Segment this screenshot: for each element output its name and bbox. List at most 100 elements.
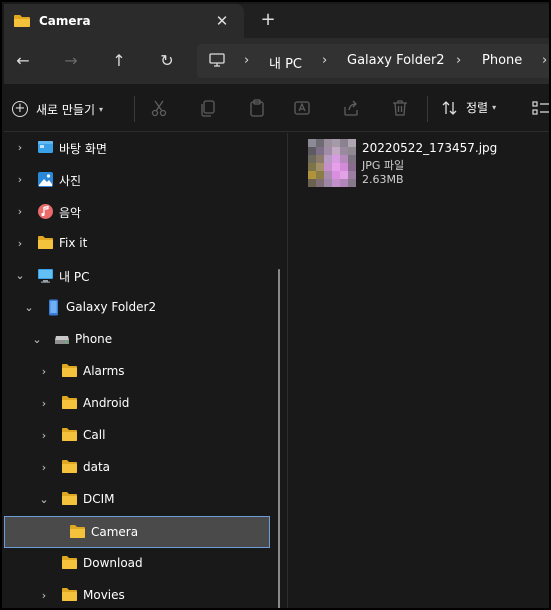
sidebar-item-my-pc[interactable]: ⌄ 내 PC [4,261,274,291]
chevron-down-icon[interactable]: ⌄ [22,301,36,315]
sidebar-item-fix-it[interactable]: › Fix it [4,229,274,259]
sort-label: 정렬 [466,101,489,115]
sidebar-item-alarms[interactable]: › Alarms [4,357,274,387]
navigation-pane: › 바탕 화면 › 사진 › 음악 › Fix it ⌄ 내 PC ⌄ Gala… [4,133,286,608]
sidebar-item-label: 바탕 화면 [59,142,107,156]
sidebar-item-camera[interactable]: Camera [4,516,270,548]
chevron-right-icon[interactable]: › [37,365,51,379]
toolbar-divider [134,96,135,122]
folder-icon [38,236,53,249]
chevron-right-icon[interactable]: › [13,173,27,187]
share-icon[interactable] [341,98,361,118]
delete-icon[interactable] [390,98,410,118]
view-icon[interactable] [531,98,551,118]
folder-icon [70,525,85,538]
breadcrumb-separator: › [542,53,548,68]
file-type: JPG 파일 [362,159,405,172]
paste-icon[interactable] [247,98,267,118]
sidebar-item-download[interactable]: Download [4,549,274,579]
refresh-button[interactable]: ↻ [154,48,180,74]
chevron-right-icon[interactable]: › [13,205,27,219]
copy-icon[interactable] [198,98,218,118]
file-item[interactable]: 20220522_173457.jpg JPG 파일 2.63MB [308,139,528,189]
desktop-icon [38,141,53,153]
folder-icon [14,15,30,27]
chevron-down-icon: ▾ [99,104,104,114]
chevron-down-icon[interactable]: ⌄ [13,269,27,283]
chevron-down-icon[interactable]: ⌄ [30,333,44,347]
breadcrumb-separator: › [322,53,328,68]
sidebar-item-phone[interactable]: ⌄ Phone [4,325,274,355]
folder-icon [62,428,77,441]
sidebar-item-data[interactable]: › data [4,453,274,483]
new-tab-button[interactable]: + [258,10,278,30]
file-explorer-window: Camera ✕ + ← → ↑ ↻ › 내 PC › Galaxy Folde… [0,0,551,610]
chevron-right-icon[interactable]: › [37,429,51,443]
tab-title: Camera [39,14,91,28]
breadcrumb-my-pc[interactable]: 내 PC [269,53,302,72]
chevron-down-icon[interactable]: ⌄ [37,493,51,507]
chevron-right-icon[interactable]: › [13,237,27,251]
chevron-right-icon[interactable]: › [37,397,51,411]
folder-icon [62,396,77,409]
plus-icon: + [12,101,28,117]
sidebar-item-label: Camera [91,525,139,539]
sidebar-item-call[interactable]: › Call [4,421,274,451]
pictures-icon [38,172,53,187]
image-thumbnail [308,139,356,187]
sidebar-item-movies[interactable]: › Movies [4,581,274,608]
sort-button[interactable]: 정렬 ▾ [442,99,496,116]
new-label: 새로 만들기 [36,102,96,117]
new-button[interactable]: + 새로 만들기 ▾ [12,98,103,120]
close-tab-icon[interactable]: ✕ [213,12,231,30]
sidebar-item-label: 사진 [59,174,82,188]
tab-camera[interactable]: Camera ✕ [4,4,244,38]
sidebar-item-label: Phone [75,332,113,346]
sidebar-item-label: Android [83,396,130,410]
folder-icon [62,364,77,377]
file-list: 20220522_173457.jpg JPG 파일 2.63MB [288,133,549,608]
sidebar-item-android[interactable]: › Android [4,389,274,419]
file-name: 20220522_173457.jpg [362,141,498,155]
navigation-bar: ← → ↑ ↻ › 내 PC › Galaxy Folder2 › Phone … [4,38,549,84]
cut-icon[interactable] [149,98,169,118]
sidebar-item-label: DCIM [83,492,115,506]
sidebar-item-label: Alarms [83,364,125,378]
forward-button[interactable]: → [58,48,84,74]
chevron-right-icon[interactable]: › [37,589,51,603]
breadcrumb-separator: › [244,53,250,68]
folder-icon [62,556,77,569]
chevron-down-icon: ▾ [492,103,497,112]
sidebar-item-galaxy-folder2[interactable]: ⌄ Galaxy Folder2 [4,293,274,323]
rename-icon[interactable] [293,98,313,118]
back-button[interactable]: ← [10,48,36,74]
sidebar-item-label: Galaxy Folder2 [66,300,157,314]
sidebar-item-pictures[interactable]: › 사진 [4,165,274,195]
up-button[interactable]: ↑ [106,48,132,74]
sidebar-item-label: Movies [83,588,125,602]
toolbar-divider [427,96,428,122]
sidebar-scrollbar[interactable] [278,269,280,608]
chevron-right-icon[interactable]: › [37,461,51,475]
file-size: 2.63MB [362,173,404,186]
sidebar-item-desktop[interactable]: › 바탕 화면 [4,133,274,163]
sidebar-item-dcim[interactable]: ⌄ DCIM [4,485,274,515]
folder-icon [62,460,77,473]
sidebar-item-label: data [83,460,111,474]
breadcrumb-separator: › [456,53,462,68]
sidebar-item-label: Fix it [59,236,88,250]
breadcrumb-phone[interactable]: Phone [482,53,522,68]
music-icon [38,204,53,219]
breadcrumb-galaxy-folder2[interactable]: Galaxy Folder2 [347,53,445,68]
phone-device-icon [49,299,58,316]
sidebar-item-music[interactable]: › 음악 [4,197,274,227]
command-bar: + 새로 만들기 ▾ 정렬 ▾ [4,84,551,132]
drive-icon [55,336,69,344]
pc-icon [209,53,225,67]
chevron-right-icon[interactable]: › [13,141,27,155]
sidebar-item-label: Download [83,556,143,570]
folder-icon [62,492,77,505]
address-bar[interactable]: › 내 PC › Galaxy Folder2 › Phone › [197,44,549,78]
sidebar-item-label: 내 PC [59,270,90,284]
title-bar: Camera ✕ + [4,4,549,38]
